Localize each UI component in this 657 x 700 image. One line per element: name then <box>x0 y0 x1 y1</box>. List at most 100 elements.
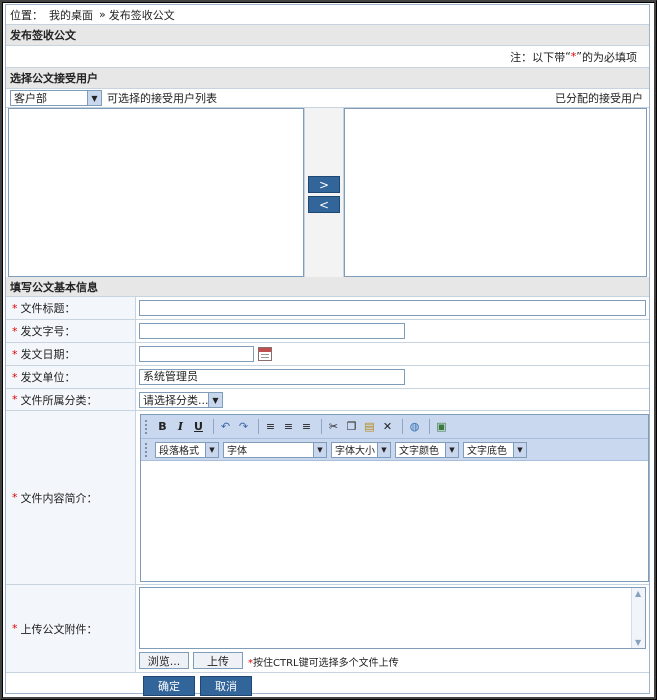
category-label: * 文件所属分类： <box>6 389 136 411</box>
breadcrumb-current: 发布签收公文 <box>108 8 175 22</box>
doc-number-input[interactable] <box>139 323 405 339</box>
assigned-users-list[interactable] <box>344 108 647 277</box>
department-select[interactable]: 客户部 ▼ <box>10 90 102 106</box>
required-star: * <box>12 324 18 338</box>
scroll-down-icon[interactable]: ▼ <box>635 638 641 647</box>
content-label-text: 文件内容简介： <box>20 491 98 505</box>
breadcrumb-home-link[interactable]: 我的桌面 <box>49 7 93 23</box>
underline-button[interactable]: U <box>191 419 206 434</box>
category-select[interactable]: 请选择分类... ▼ <box>139 392 223 408</box>
breadcrumb-prefix: 位置： <box>10 8 43 22</box>
breadcrumb: 位置： 我的桌面 » 发布签收公文 <box>6 5 649 25</box>
toolbar-divider <box>213 419 214 434</box>
required-star: * <box>12 301 18 315</box>
form-container: 位置： 我的桌面 » 发布签收公文 发布签收公文 注：以下带 “ * ” 的为必… <box>5 4 650 696</box>
cut-icon[interactable]: ✂ <box>326 419 341 434</box>
paste-icon[interactable]: ▤ <box>362 419 377 434</box>
doc-title-input[interactable] <box>139 300 646 316</box>
required-star: * <box>12 370 18 384</box>
align-center-icon[interactable]: ≡ <box>281 419 296 434</box>
bg-color-select[interactable]: 文字底色 ▼ <box>463 441 527 458</box>
attachment-cell: ▲ ▼ 浏览... 上传 *按住CTRL键可选择多个文件上传 <box>136 585 649 673</box>
toolbar-grip <box>145 442 149 457</box>
chevron-down-icon: ▼ <box>445 442 458 457</box>
font-value: 字体 <box>227 446 247 457</box>
upload-hint-text: 按住CTRL键可选择多个文件上传 <box>253 658 399 669</box>
remove-user-button[interactable]: < <box>308 196 340 213</box>
required-star: * <box>12 347 18 361</box>
chevron-down-icon: ▼ <box>513 442 526 457</box>
attachment-label-text: 上传公文附件： <box>20 622 98 636</box>
department-value: 客户部 <box>14 92 47 105</box>
editor-toolbar-row1: B I U ↶ ↷ ≡ ≡ ≡ ✂ ❐ ▤ ✕ ◍ ▣ <box>141 415 648 439</box>
toolbar-divider <box>429 419 430 434</box>
doc-title-label: * 文件标题： <box>6 297 136 320</box>
scroll-up-icon[interactable]: ▲ <box>635 589 641 598</box>
issue-date-input[interactable] <box>139 346 254 362</box>
breadcrumb-separator: » <box>99 8 106 21</box>
doc-title-cell <box>136 297 649 320</box>
doc-title-label-text: 文件标题： <box>20 302 76 315</box>
note-after: 的为必填项 <box>582 50 637 64</box>
issue-date-label: * 发文日期： <box>6 343 136 366</box>
chevron-down-icon: ▼ <box>205 442 218 457</box>
doc-number-label-text: 发文字号： <box>20 325 76 338</box>
chevron-down-icon: ▼ <box>377 442 390 457</box>
confirm-button[interactable]: 确定 <box>143 676 195 696</box>
chevron-down-icon: ▼ <box>313 442 326 457</box>
available-users-label: 可选择的接受用户列表 <box>107 92 217 105</box>
doc-number-cell <box>136 320 649 343</box>
issue-date-label-text: 发文日期： <box>20 348 76 361</box>
attachment-label: * 上传公文附件： <box>6 585 136 673</box>
undo-icon[interactable]: ↶ <box>218 419 233 434</box>
issue-date-cell <box>136 343 649 366</box>
toolbar-divider <box>321 419 322 434</box>
category-label-text: 文件所属分类： <box>20 393 98 407</box>
paragraph-format-select[interactable]: 段落格式 ▼ <box>155 441 219 458</box>
attachment-list[interactable]: ▲ ▼ <box>139 587 646 649</box>
font-select[interactable]: 字体 ▼ <box>223 441 327 458</box>
transfer-column: > < <box>304 108 344 277</box>
calendar-icon[interactable] <box>258 347 272 361</box>
italic-button[interactable]: I <box>173 419 188 434</box>
scrollbar[interactable]: ▲ ▼ <box>631 588 645 648</box>
department-row: 客户部 ▼ 可选择的接受用户列表 已分配的接受用户 <box>6 89 649 108</box>
page-title: 发布签收公文 <box>6 25 649 46</box>
redo-icon[interactable]: ↷ <box>236 419 251 434</box>
align-left-icon[interactable]: ≡ <box>263 419 278 434</box>
chevron-down-icon: ▼ <box>208 393 222 407</box>
upload-button[interactable]: 上传 <box>193 652 243 669</box>
available-users-list[interactable] <box>8 108 304 277</box>
editor-toolbar-row2: 段落格式 ▼ 字体 ▼ 字体大小 ▼ 文字颜色 ▼ 文字底色 ▼ <box>141 439 648 461</box>
issuer-label: * 发文单位： <box>6 366 136 389</box>
add-user-button[interactable]: > <box>308 176 340 193</box>
select-users-title: 选择公文接受用户 <box>6 68 649 89</box>
browse-button[interactable]: 浏览... <box>139 652 189 669</box>
issuer-input[interactable]: 系统管理员 <box>139 369 405 385</box>
required-star: * <box>12 622 18 635</box>
basic-info-title: 填写公文基本信息 <box>6 277 649 297</box>
delete-icon[interactable]: ✕ <box>380 419 395 434</box>
font-size-select[interactable]: 字体大小 ▼ <box>331 441 391 458</box>
doc-number-label: * 发文字号： <box>6 320 136 343</box>
editor-content-area[interactable] <box>141 461 648 581</box>
category-value: 请选择分类... <box>143 394 209 407</box>
rich-text-editor: B I U ↶ ↷ ≡ ≡ ≡ ✂ ❐ ▤ ✕ ◍ ▣ 段落格式 ▼ 字体 ▼ … <box>140 414 649 582</box>
toolbar-divider <box>402 419 403 434</box>
issuer-label-text: 发文单位： <box>20 371 76 384</box>
align-right-icon[interactable]: ≡ <box>299 419 314 434</box>
required-star: * <box>12 491 18 504</box>
bold-button[interactable]: B <box>155 419 170 434</box>
required-note: 注：以下带 “ * ” 的为必填项 <box>6 46 649 68</box>
copy-icon[interactable]: ❐ <box>344 419 359 434</box>
bg-color-value: 文字底色 <box>467 446 507 457</box>
text-color-value: 文字颜色 <box>399 446 439 457</box>
assigned-users-label: 已分配的接受用户 <box>555 92 643 105</box>
text-color-select[interactable]: 文字颜色 ▼ <box>395 441 459 458</box>
cancel-button[interactable]: 取消 <box>200 676 252 696</box>
link-globe-icon[interactable]: ◍ <box>407 419 422 434</box>
insert-image-icon[interactable]: ▣ <box>434 419 449 434</box>
upload-hint: *按住CTRL键可选择多个文件上传 <box>248 654 399 669</box>
font-size-value: 字体大小 <box>335 446 375 457</box>
toolbar-grip <box>145 419 149 434</box>
